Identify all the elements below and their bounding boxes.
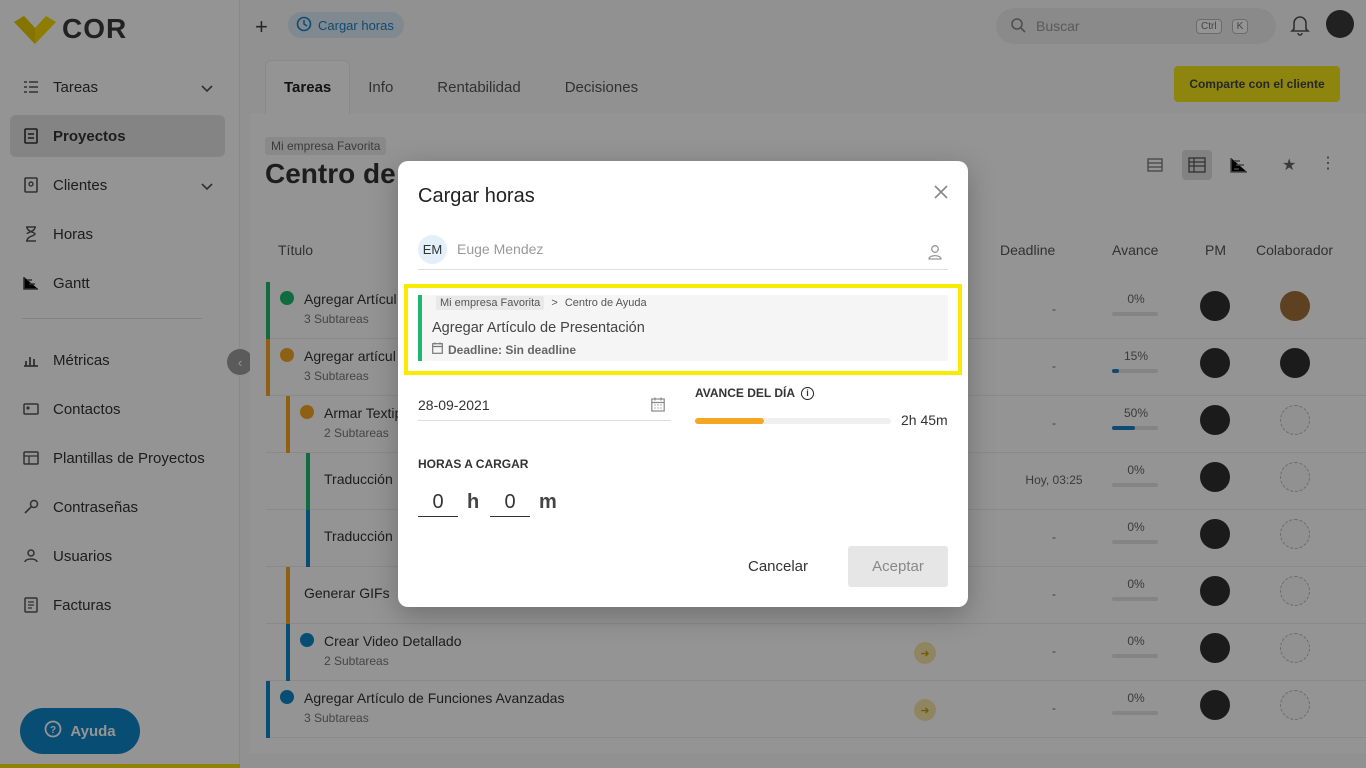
- info-icon[interactable]: i: [801, 386, 815, 400]
- calendar-icon: [432, 342, 443, 357]
- date-field[interactable]: 28-09-2021: [418, 391, 671, 421]
- user-name[interactable]: Euge Mendez: [457, 241, 543, 257]
- cargar-horas-modal: Cargar horas EM Euge Mendez Mi empresa F…: [398, 161, 968, 607]
- accept-button[interactable]: Aceptar: [848, 546, 948, 587]
- cancel-button[interactable]: Cancelar: [738, 546, 818, 586]
- task-deadline-text: Deadline: Sin deadline: [448, 342, 577, 357]
- user-field[interactable]: EM Euge Mendez: [418, 233, 948, 270]
- minutes-input[interactable]: 0: [490, 489, 530, 517]
- breadcrumb-client[interactable]: Mi empresa Favorita: [436, 296, 545, 310]
- date-value[interactable]: 28-09-2021: [418, 397, 490, 413]
- modal-title: Cargar horas: [418, 185, 535, 207]
- task-breadcrumb: Mi empresa Favorita > Centro de Ayuda: [436, 296, 647, 310]
- person-icon[interactable]: [928, 244, 942, 265]
- hours-unit: h: [467, 491, 480, 513]
- task-deadline: Deadline: Sin deadline: [432, 342, 576, 357]
- task-name: Agregar Artículo de Presentación: [432, 320, 645, 336]
- close-icon[interactable]: [930, 181, 952, 203]
- breadcrumb-project[interactable]: Centro de Ayuda: [565, 297, 647, 309]
- avance-progress-fill: [695, 418, 764, 424]
- minutes-unit: m: [539, 491, 557, 513]
- hours-input[interactable]: 0: [418, 489, 458, 517]
- user-initials-avatar: EM: [418, 235, 447, 264]
- calendar-icon[interactable]: [651, 397, 665, 415]
- avance-label-text: AVANCE DEL DÍA: [695, 386, 796, 400]
- avance-del-dia-label: AVANCE DEL DÍA i: [695, 386, 815, 400]
- avance-progress-bar: [695, 418, 891, 424]
- breadcrumb-separator: >: [551, 297, 558, 309]
- avance-value: 2h 45m: [901, 412, 948, 428]
- horas-a-cargar-label: HORAS A CARGAR: [418, 457, 529, 471]
- selected-task-card[interactable]: Mi empresa Favorita > Centro de Ayuda Ag…: [418, 295, 948, 361]
